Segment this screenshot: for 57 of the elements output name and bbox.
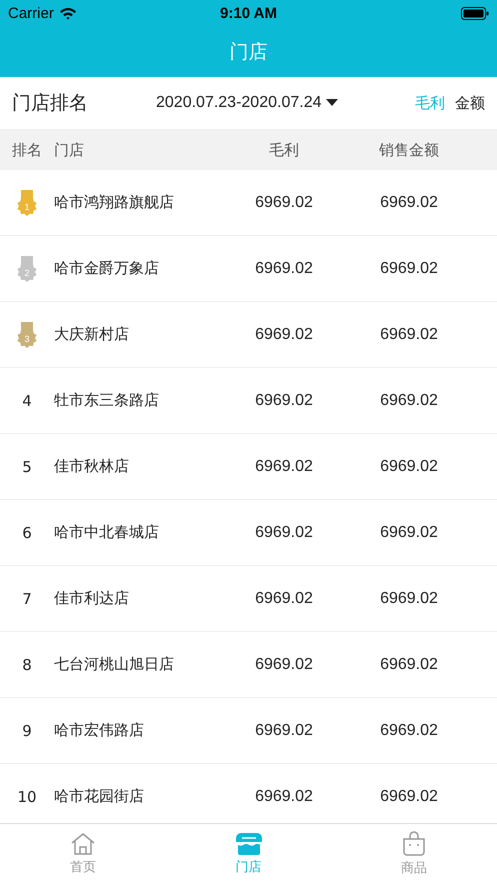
store-name: 牡市东三条路店: [54, 391, 160, 410]
store-name: 哈市花园街店: [54, 787, 145, 806]
sales-value: 6969.02: [379, 194, 439, 212]
store-name: 佳市秋林店: [54, 457, 130, 476]
home-icon: [70, 832, 96, 856]
carrier-label: Carrier: [8, 4, 54, 22]
tab-bar-item[interactable]: 门店: [166, 824, 332, 883]
sales-value: 6969.02: [379, 590, 439, 608]
sales-value: 6969.02: [379, 656, 439, 674]
profit-value: 6969.02: [254, 788, 314, 806]
rank-number: 6: [22, 524, 32, 542]
store-name: 七台河桃山旭日店: [54, 655, 175, 674]
sales-value: 6969.02: [379, 788, 439, 806]
sales-value: 6969.02: [379, 722, 439, 740]
sales-value: 6969.02: [379, 458, 439, 476]
rank-number: 5: [22, 458, 32, 476]
rank-number: 8: [22, 656, 32, 674]
store-name: 哈市中北春城店: [54, 523, 160, 542]
tab-bar-item[interactable]: 商品: [331, 824, 497, 883]
page-title: 门店: [230, 40, 268, 64]
store-icon: [234, 832, 262, 856]
shopping-bag-icon: [401, 830, 428, 856]
store-name: 佳市利达店: [54, 589, 130, 608]
profit-value: 6969.02: [254, 326, 314, 344]
column-header: 销售金额: [378, 140, 440, 160]
profit-value: 6969.02: [254, 194, 314, 212]
metric-toggle[interactable]: 金额: [455, 94, 485, 112]
profit-value: 6969.02: [254, 260, 314, 278]
wifi-icon: [58, 6, 77, 20]
profit-value: 6969.02: [254, 722, 314, 740]
column-header: 排名: [11, 140, 43, 160]
rank-number: 7: [22, 590, 32, 608]
rank-number: 9: [22, 722, 32, 740]
column-header: 毛利: [268, 140, 300, 160]
section-title: 门店排名: [12, 91, 89, 116]
status-time: 9:10 AM: [219, 4, 278, 22]
caret-icon: [326, 99, 338, 107]
sales-value: 6969.02: [379, 392, 439, 410]
profit-value: 6969.02: [254, 458, 314, 476]
store-name: 哈市金爵万象店: [54, 259, 160, 278]
profit-value: 6969.02: [254, 590, 314, 608]
store-name: 哈市宏伟路店: [54, 721, 145, 740]
profit-value: 6969.02: [254, 656, 314, 674]
store-name: 大庆新村店: [54, 325, 130, 344]
rank-number: 4: [22, 392, 32, 410]
column-header: 门店: [54, 140, 85, 160]
rank-number: 10: [17, 788, 37, 806]
sales-value: 6969.02: [379, 326, 439, 344]
battery-icon: [461, 6, 489, 20]
store-name: 哈市鸿翔路旗舰店: [54, 193, 175, 212]
profit-value: 6969.02: [254, 524, 314, 542]
tab-bar-item[interactable]: 首页: [0, 824, 166, 883]
sales-value: 6969.02: [379, 260, 439, 278]
metric-toggle[interactable]: 毛利: [415, 94, 445, 112]
date-range-dropdown[interactable]: 2020.07.23-2020.07.24: [156, 94, 338, 112]
profit-value: 6969.02: [254, 392, 314, 410]
sales-value: 6969.02: [379, 524, 439, 542]
